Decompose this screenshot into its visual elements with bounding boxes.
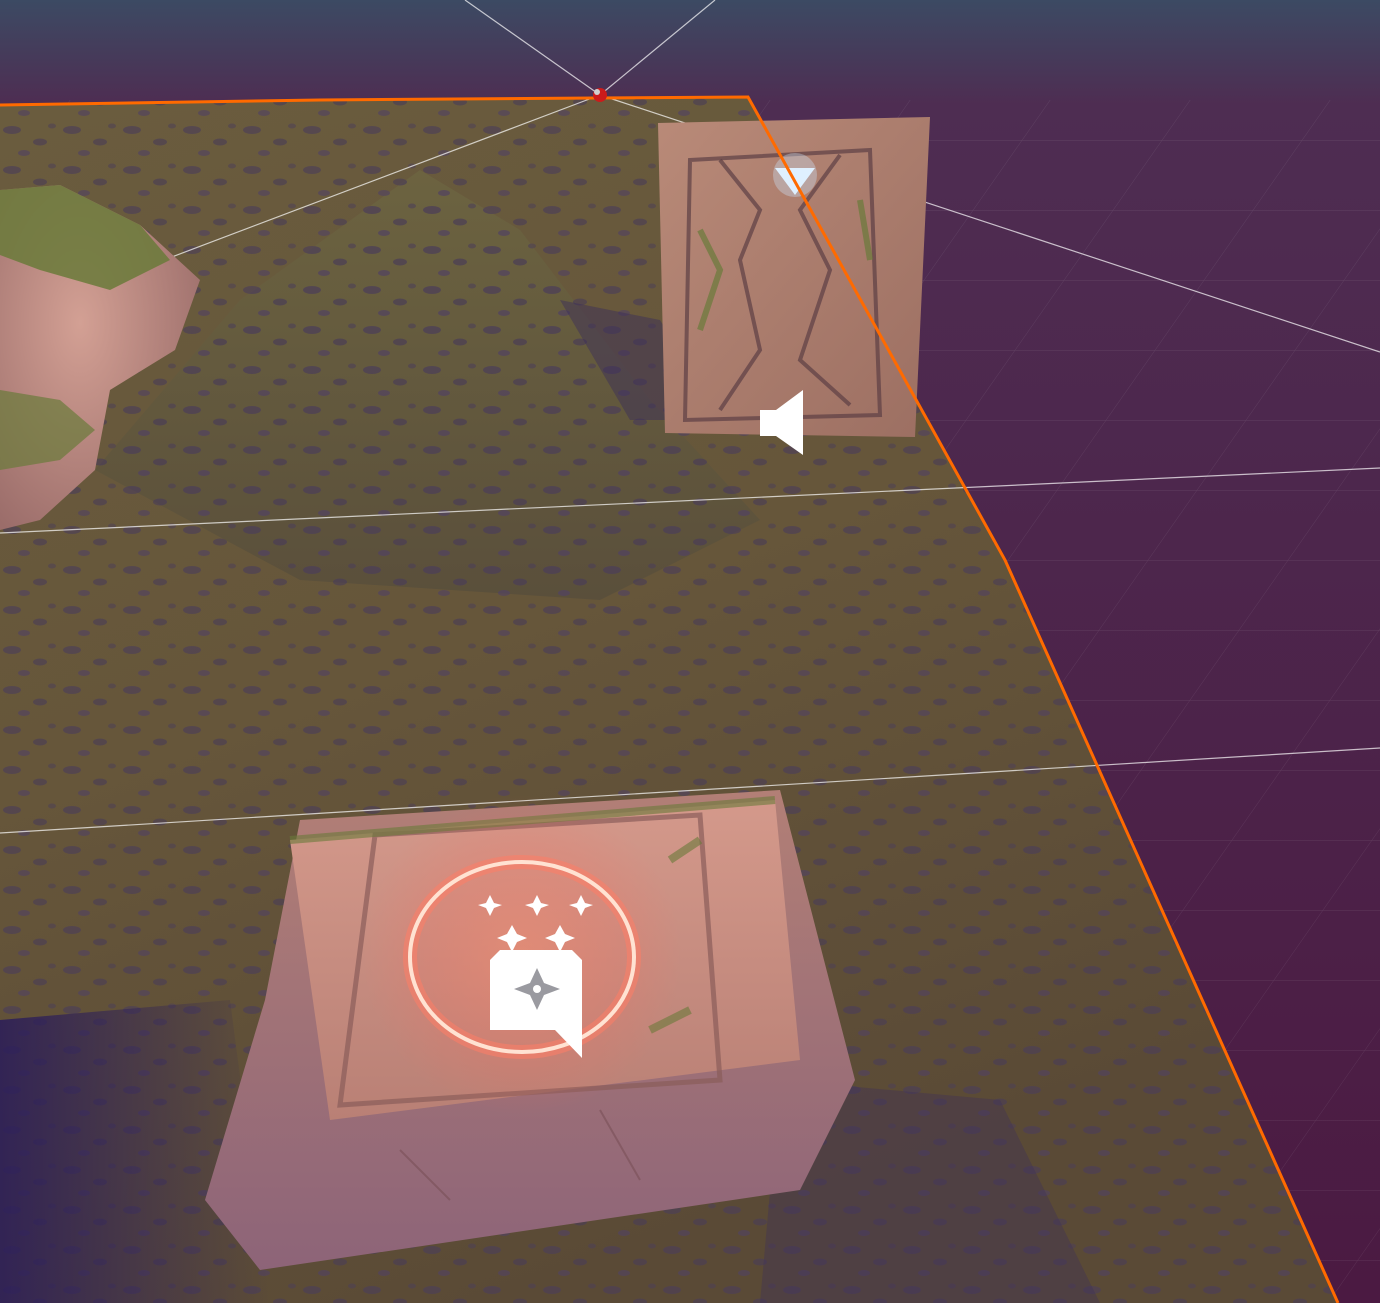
stone-door[interactable]	[658, 117, 930, 437]
directional-light-icon[interactable]	[593, 88, 607, 102]
scene-canvas[interactable]	[0, 0, 1380, 1303]
scene-viewport[interactable]	[0, 0, 1380, 1303]
